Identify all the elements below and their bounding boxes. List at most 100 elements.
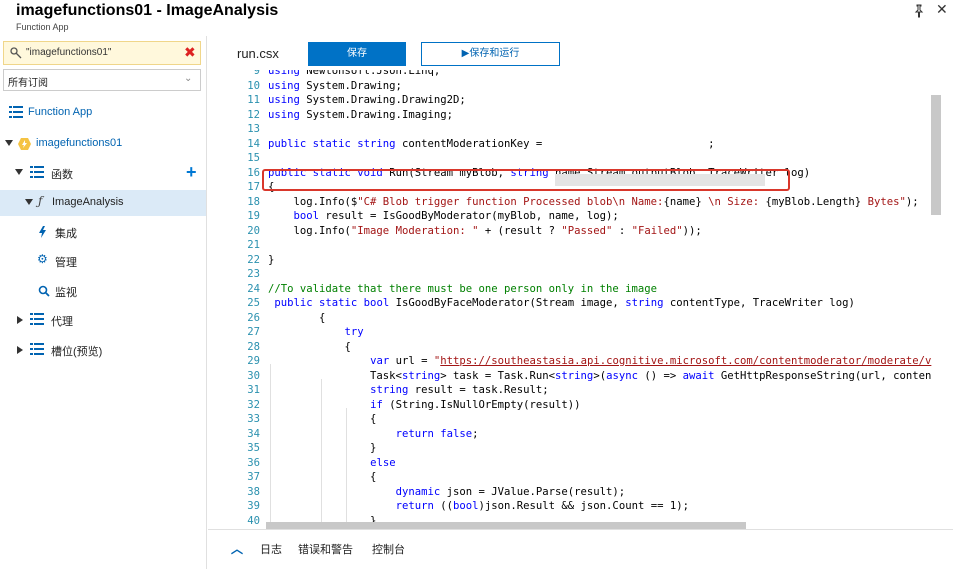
sidebar-item-proxies[interactable]: 代理 bbox=[0, 307, 206, 333]
sidebar-item-imagefunctions01[interactable]: imagefunctions01 bbox=[0, 131, 206, 157]
sidebar-item-label: 集成 bbox=[55, 228, 77, 240]
vertical-scrollbar[interactable] bbox=[931, 95, 941, 215]
save-and-run-button[interactable]: ▶保存和运行 bbox=[421, 42, 560, 66]
tab-logs[interactable]: 日志 bbox=[260, 541, 282, 557]
sidebar-item-label: 管理 bbox=[55, 257, 77, 269]
line-number: 10 bbox=[247, 79, 260, 92]
code-line[interactable]: 23 bbox=[208, 268, 943, 283]
expand-panel-icon[interactable]: ︿ bbox=[231, 540, 243, 557]
code-text: using Newtonsoft.Json.Linq; bbox=[268, 70, 441, 77]
line-number: 31 bbox=[247, 384, 260, 396]
code-line[interactable]: 25 public static bool IsGoodByFaceModera… bbox=[208, 297, 943, 312]
sidebar-item-integrate[interactable]: 集成 bbox=[0, 219, 206, 245]
code-line[interactable]: 22} bbox=[208, 254, 943, 269]
code-line[interactable]: 26 { bbox=[208, 312, 943, 327]
line-number: 17 bbox=[247, 181, 260, 193]
sidebar-item-imageanalysis[interactable]: ƒ ImageAnalysis bbox=[0, 190, 206, 216]
code-line[interactable]: 38 dynamic json = JValue.Parse(result); bbox=[208, 486, 943, 501]
horizontal-scrollbar[interactable] bbox=[266, 522, 746, 529]
code-text: return ((bool)json.Result && json.Count … bbox=[395, 500, 689, 512]
code-line[interactable]: 12 using System.Drawing.Imaging; bbox=[208, 109, 943, 124]
code-line[interactable]: 28 { bbox=[208, 341, 943, 356]
code-line[interactable]: 21 bbox=[208, 239, 943, 254]
blade-title: imagefunctions01 - ImageAnalysis bbox=[16, 2, 279, 19]
expand-icon[interactable] bbox=[25, 199, 33, 205]
code-text: log.Info($"C# Blob trigger function Proc… bbox=[268, 195, 919, 208]
code-text: log.Info("Image Moderation: " + (result … bbox=[268, 224, 702, 237]
function-app-icon bbox=[18, 138, 31, 150]
expand-icon[interactable] bbox=[5, 140, 13, 146]
sidebar-item-manage[interactable]: ⚙ 管理 bbox=[0, 248, 206, 274]
subscription-value: 所有订阅 bbox=[8, 78, 48, 89]
line-number: 36 bbox=[247, 456, 260, 469]
code-line[interactable]: 36 else bbox=[208, 457, 943, 472]
search-input[interactable]: "imagefunctions01" ✖ bbox=[3, 41, 201, 65]
code-line[interactable]: 34 return false; bbox=[208, 428, 943, 443]
indent-guide bbox=[321, 379, 322, 529]
code-line[interactable]: 31 string result = task.Result; bbox=[208, 384, 943, 399]
code-line[interactable]: 27 try bbox=[208, 326, 943, 341]
code-line[interactable]: 20 log.Info("Image Moderation: " + (resu… bbox=[208, 225, 943, 240]
sidebar-item-label: imagefunctions01 bbox=[36, 137, 123, 149]
code-line[interactable]: 24 //To validate that there must be one p… bbox=[208, 283, 943, 298]
file-name: run.csx bbox=[237, 46, 279, 61]
line-number: 23 bbox=[247, 268, 260, 280]
code-text: { bbox=[268, 413, 377, 425]
code-text: { bbox=[268, 311, 326, 324]
sidebar-item-label: Function App bbox=[28, 106, 93, 118]
sidebar-item-slots[interactable]: 槽位(预览) bbox=[0, 337, 206, 363]
code-line[interactable]: 11 using System.Drawing.Drawing2D; bbox=[208, 94, 943, 109]
code-line[interactable]: 15 bbox=[208, 152, 943, 167]
code-line[interactable]: 37 { bbox=[208, 471, 943, 486]
sidebar-item-label: 监视 bbox=[55, 287, 77, 299]
code-line[interactable]: 35 } bbox=[208, 442, 943, 457]
expand-icon[interactable] bbox=[15, 169, 23, 175]
expand-icon[interactable] bbox=[17, 346, 23, 354]
bottom-panel-bar: ︿ 日志 错误和警告 控制台 bbox=[208, 529, 953, 569]
code-text: using System.Drawing.Imaging; bbox=[268, 108, 453, 121]
code-line[interactable]: 14 public static string contentModeration… bbox=[208, 138, 943, 153]
tab-console[interactable]: 控制台 bbox=[372, 541, 405, 557]
plus-icon[interactable]: + bbox=[186, 162, 197, 182]
code-line[interactable]: 19 bool result = IsGoodByModerator(myBlo… bbox=[208, 210, 943, 225]
code-area[interactable]: 9 using Newtonsoft.Json.Linq; 10 using Syst… bbox=[208, 70, 943, 529]
save-button[interactable]: 保存 bbox=[308, 42, 406, 66]
subscription-select[interactable]: 所有订阅 ⌄ bbox=[3, 69, 201, 91]
sidebar-item-functions[interactable]: 函数 + bbox=[0, 160, 206, 186]
line-number: 11 bbox=[247, 94, 260, 106]
code-line[interactable]: 10 using System.Drawing; bbox=[208, 80, 943, 95]
code-line[interactable]: 33 { bbox=[208, 413, 943, 428]
code-line[interactable]: 18 log.Info($"C# Blob trigger function P… bbox=[208, 196, 943, 211]
code-line[interactable]: 29 var url = "https://southeastasia.api.… bbox=[208, 355, 943, 370]
line-number: 35 bbox=[247, 442, 260, 454]
code-line[interactable]: 32 if (String.IsNullOrEmpty(result)) bbox=[208, 399, 943, 414]
line-number: 40 bbox=[247, 514, 260, 527]
line-number: 28 bbox=[247, 340, 260, 353]
code-text: string result = task.Result; bbox=[370, 384, 549, 396]
code-text: { bbox=[268, 471, 377, 483]
line-number: 14 bbox=[247, 137, 260, 150]
code-text: public static bool IsGoodByFaceModerator… bbox=[274, 297, 855, 309]
sidebar-item-monitor[interactable]: 监视 bbox=[0, 278, 206, 304]
code-line[interactable]: 9 using Newtonsoft.Json.Linq; bbox=[208, 70, 943, 80]
code-line[interactable]: 13 bbox=[208, 123, 943, 138]
code-line[interactable]: 30 Task<string> task = Task.Run<string>(… bbox=[208, 370, 943, 385]
indent-guide bbox=[346, 408, 347, 529]
line-number: 24 bbox=[247, 282, 260, 295]
clear-icon[interactable]: ✖ bbox=[184, 44, 196, 62]
line-number: 9 bbox=[253, 70, 260, 77]
pin-icon[interactable] bbox=[912, 4, 926, 18]
code-line[interactable]: 39 return ((bool)json.Result && json.Cou… bbox=[208, 500, 943, 515]
code-editor[interactable]: 9 using Newtonsoft.Json.Linq; 10 using Syst… bbox=[208, 70, 943, 529]
code-text: var url = "https://southeastasia.api.cog… bbox=[370, 355, 932, 367]
code-text: return false; bbox=[395, 427, 479, 440]
sidebar-item-function-app[interactable]: Function App bbox=[0, 100, 206, 126]
code-text: else bbox=[370, 456, 396, 469]
code-text: } bbox=[268, 253, 275, 266]
close-icon[interactable]: ✕ bbox=[936, 3, 950, 17]
chevron-down-icon: ⌄ bbox=[184, 73, 193, 84]
tab-errors-warnings[interactable]: 错误和警告 bbox=[298, 541, 353, 557]
indent-guide bbox=[270, 364, 271, 529]
code-text: try bbox=[344, 326, 364, 338]
expand-icon[interactable] bbox=[17, 316, 23, 324]
